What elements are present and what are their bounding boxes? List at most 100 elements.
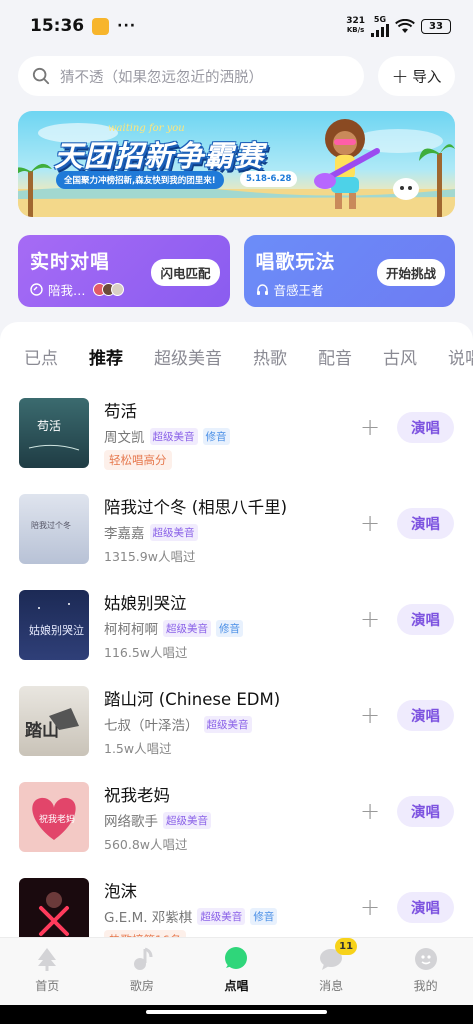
cat-mascot-icon [393,178,419,200]
network-speed: 321 KB/s [346,16,365,35]
tab-hot[interactable]: 热歌 [253,344,287,369]
autotune-tag: 修音 [202,427,230,445]
add-song-button[interactable]: + [360,509,380,537]
status-bar: 15:36 ··· 321 KB/s 5G 33 [0,0,473,52]
nav-messages-label: 消息 [319,979,344,993]
tab-dubbing[interactable]: 配音 [318,344,352,369]
import-button[interactable]: + 导入 [378,56,455,96]
search-input[interactable]: 猜不透（如果忽远忽近的洒脱） [18,56,364,96]
song-title: 泡沫 [104,882,137,901]
nav-profile-label: 我的 [413,979,438,993]
tree-icon [38,948,57,971]
add-song-button[interactable]: + [360,893,380,921]
song-artist: G.E.M. 邓紫棋 [104,910,193,926]
svg-text:祝我老妈: 祝我老妈 [39,813,75,825]
list-item[interactable]: 祝我老妈 祝我老妈 网络歌手 超级美音 560.8w人唱过 + 演唱 [0,779,473,875]
palm-tree-icon [18,163,52,217]
add-song-button[interactable]: + [360,413,380,441]
sing-button[interactable]: 演唱 [397,412,454,443]
search-placeholder: 猜不透（如果忽远忽近的洒脱） [60,69,263,86]
unread-badge: 11 [335,938,358,955]
super-voice-tag: 超级美音 [163,811,211,829]
autotune-tag: 修音 [216,619,243,637]
sing-count: 1315.9w人唱过 [104,549,196,564]
music-note-icon [133,947,153,970]
sing-count: 560.8w人唱过 [104,837,188,852]
sing-count: 116.5w人唱过 [104,645,188,660]
plus-icon: + [391,64,409,88]
sing-button[interactable]: 演唱 [397,892,454,923]
sing-button[interactable]: 演唱 [397,604,454,635]
start-challenge-button[interactable]: 开始挑战 [376,259,445,286]
list-item[interactable]: 踏山 踏山河 (Chinese EDM) 七叔（叶泽浩） 超级美音 1.5w人唱… [0,683,473,779]
song-artist: 网络歌手 [104,814,158,830]
category-tabs: 已点 推荐 超级美音 热歌 配音 古风 说唱 [24,344,473,369]
import-label: 导入 [412,69,442,86]
home-indicator-bar[interactable] [146,1010,327,1014]
list-item[interactable]: 陪我过个冬 陪我过个冬 (相思八千里) 李嘉嘉 超级美音 1315.9w人唱过 … [0,491,473,587]
autotune-tag: 修音 [250,907,278,925]
sing-button[interactable]: 演唱 [397,796,454,827]
banner-subtitle: 全国聚力冲榜招新,森友快到我的团里来! [56,171,224,189]
nav-room-label: 歌房 [129,979,154,993]
song-artist: 李嘉嘉 [104,526,145,542]
album-cover: 踏山 [19,686,89,756]
song-title: 祝我老妈 [104,786,170,805]
list-item[interactable]: 泡沫 G.E.M. 邓紫棋 超级美音 修音 热歌榜第16名 + 演唱 [0,875,473,939]
svg-text:陪我过个冬: 陪我过个冬 [31,520,71,530]
promo-banner[interactable]: waiting for you 天团招新争霸赛 全国聚力冲榜招新,森友快到我的团… [18,111,455,217]
clock: 15:36 [30,16,85,36]
super-voice-tag: 超级美音 [203,715,252,733]
search-row: 猜不透（如果忽远忽近的洒脱） + 导入 [18,56,455,96]
song-artist: 柯柯柯啊 [104,622,158,638]
palm-tree-icon [419,144,455,217]
nav-profile[interactable]: 我的 [378,938,473,1005]
add-song-button[interactable]: + [360,797,380,825]
add-song-button[interactable]: + [360,605,380,633]
headphones-icon [256,284,268,295]
list-item[interactable]: 苟活 苟活 周文凯 超级美音 修音 轻松唱高分 + 演唱 [0,395,473,491]
super-voice-tag: 超级美音 [149,523,198,541]
album-cover: 祝我老妈 [19,782,89,852]
flash-match-button[interactable]: 闪电匹配 [151,259,220,286]
album-cover: 姑娘别哭泣 [19,590,89,660]
profile-icon [414,948,437,970]
list-item[interactable]: 姑娘别哭泣 姑娘别哭泣 柯柯柯啊 超级美音 修音 116.5w人唱过 + 演唱 [0,587,473,683]
guitar-girl-illustration [314,119,380,209]
nav-home-label: 首页 [35,979,60,993]
nav-home[interactable]: 首页 [0,938,95,1005]
nav-sing[interactable]: 点唱 [189,938,284,1005]
add-song-button[interactable]: + [360,701,380,729]
nav-messages[interactable]: 11 消息 [284,938,379,1005]
svg-text:姑娘别哭泣: 姑娘别哭泣 [29,623,84,637]
nav-sing-label: 点唱 [224,979,249,993]
tab-rap[interactable]: 说唱 [448,344,473,369]
duet-card[interactable]: 实时对唱 陪我… 闪电匹配 [18,235,230,307]
song-title: 陪我过个冬 (相思八千里) [104,498,288,517]
banner-title: 天团招新争霸赛 [54,139,265,173]
song-artist: 周文凯 [104,430,145,446]
tab-ancient-style[interactable]: 古风 [383,344,417,369]
tab-ordered[interactable]: 已点 [24,344,58,369]
song-title: 姑娘别哭泣 [104,594,187,613]
nav-room[interactable]: 歌房 [95,938,190,1005]
song-list: 苟活 苟活 周文凯 超级美音 修音 轻松唱高分 + 演唱 陪我过个冬 陪我过个冬… [0,395,473,939]
feature-cards: 实时对唱 陪我… 闪电匹配 唱歌玩法 音感王者 开始挑战 [18,235,455,307]
avatar-group [92,283,124,296]
sing-button[interactable]: 演唱 [397,508,454,539]
tab-super-voice[interactable]: 超级美音 [154,344,222,369]
song-title: 踏山河 (Chinese EDM) [104,690,281,709]
tab-recommended[interactable]: 推荐 [89,344,123,369]
sing-button[interactable]: 演唱 [397,700,454,731]
cellular-signal-icon: 5G [371,15,389,37]
game-mode-card[interactable]: 唱歌玩法 音感王者 开始挑战 [243,235,455,307]
super-voice-tag: 超级美音 [197,907,246,925]
banner-date: 5.18-6.28 [240,171,298,187]
system-nav-area [0,1005,473,1024]
song-sheet: 已点 推荐 超级美音 热歌 配音 古风 说唱 苟活 苟活 周文凯 超级美音 修音… [0,322,473,952]
notification-app-icon [92,17,110,35]
wifi-icon [395,18,415,33]
tag-icon [30,283,43,296]
song-highlight: 轻松唱高分 [104,450,172,470]
album-cover: 苟活 [19,398,89,468]
